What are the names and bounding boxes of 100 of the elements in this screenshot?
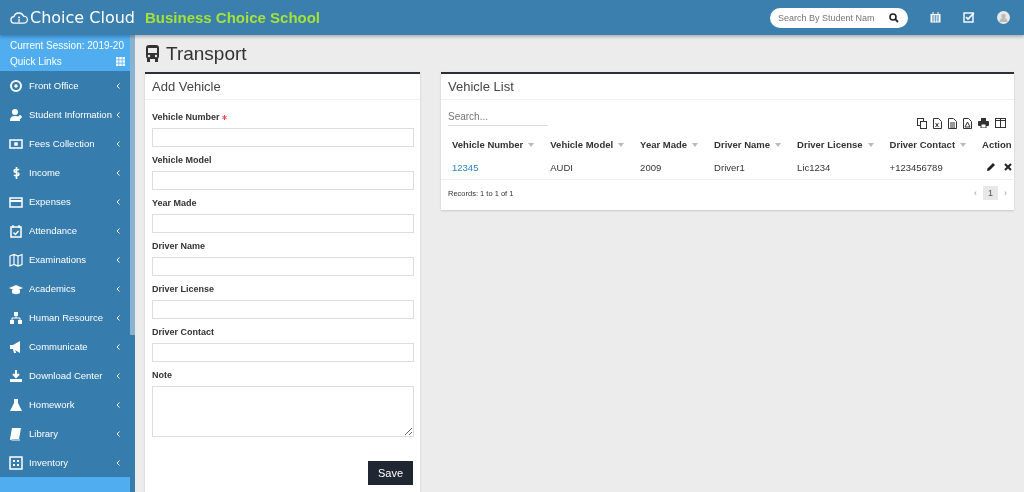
pencil-icon[interactable] bbox=[986, 163, 995, 171]
chevron-icon bbox=[116, 430, 120, 437]
sidebar-item[interactable]: Homework bbox=[0, 390, 130, 419]
table-cell: Driver1 bbox=[703, 156, 787, 180]
sitemap-icon bbox=[9, 310, 23, 325]
column-header[interactable]: Vehicle Number bbox=[452, 139, 524, 150]
chevron-icon bbox=[116, 111, 120, 118]
scrollbar[interactable] bbox=[130, 35, 135, 335]
sidebar-item[interactable]: Download Center bbox=[0, 361, 130, 390]
chevron-icon bbox=[116, 314, 120, 321]
sidebar-item[interactable]: Inventory bbox=[0, 448, 130, 477]
sort-caret-icon[interactable] bbox=[528, 143, 535, 148]
sort-caret-icon[interactable] bbox=[960, 143, 967, 148]
copy-icon[interactable] bbox=[917, 118, 927, 129]
sidebar-item[interactable]: Income bbox=[0, 158, 130, 187]
delete-icon[interactable] bbox=[1003, 163, 1012, 171]
school-name: Business Choice School bbox=[145, 9, 321, 26]
input-field[interactable] bbox=[152, 128, 414, 147]
field-label: Driver Contact bbox=[152, 327, 214, 337]
sidebar-item[interactable]: Library bbox=[0, 419, 130, 448]
chevron-icon bbox=[116, 372, 120, 379]
grid-icon[interactable] bbox=[116, 57, 125, 66]
sort-caret-icon[interactable] bbox=[618, 143, 625, 148]
chevron-icon bbox=[116, 140, 120, 147]
sidebar-item[interactable]: Front Office bbox=[0, 71, 130, 100]
card-icon bbox=[9, 194, 23, 209]
sidebar-item[interactable]: Human Resource bbox=[0, 303, 130, 332]
sort-caret-icon[interactable] bbox=[692, 143, 699, 148]
field-label: Vehicle Model bbox=[152, 155, 212, 165]
brand-name: Choice Cloud bbox=[30, 8, 135, 27]
sidebar-item[interactable]: Fees Collection bbox=[0, 129, 130, 158]
avatar-icon[interactable] bbox=[997, 11, 1010, 24]
grid-icon bbox=[9, 455, 23, 470]
chevron-icon bbox=[116, 285, 120, 292]
field-label: Driver License bbox=[152, 284, 215, 294]
sort-caret-icon[interactable] bbox=[867, 143, 874, 148]
current-session: Current Session: 2019-20 bbox=[10, 40, 125, 51]
input-field[interactable] bbox=[152, 257, 414, 276]
previous-page[interactable]: ‹ bbox=[974, 188, 977, 198]
chevron-icon bbox=[116, 169, 120, 176]
map-icon bbox=[9, 252, 23, 267]
input-field[interactable] bbox=[152, 214, 414, 233]
calendar-icon[interactable] bbox=[930, 12, 941, 23]
excel-file-icon[interactable] bbox=[933, 118, 942, 129]
save-button[interactable]: Save bbox=[367, 461, 413, 485]
sidebar-active-item[interactable] bbox=[0, 477, 130, 492]
chevron-icon bbox=[116, 82, 120, 89]
field-label: Vehicle Number bbox=[152, 112, 220, 122]
csv-file-icon[interactable] bbox=[948, 118, 957, 129]
input-field[interactable] bbox=[152, 343, 414, 362]
bus-icon bbox=[145, 45, 160, 62]
field-label: Driver Name bbox=[152, 241, 206, 251]
next-page[interactable]: › bbox=[1004, 188, 1007, 198]
chevron-icon bbox=[116, 256, 120, 263]
sidebar-item[interactable]: Examinations bbox=[0, 245, 130, 274]
sidebar-item[interactable]: Academics bbox=[0, 274, 130, 303]
table-cell: Lic1234 bbox=[786, 156, 879, 180]
download-icon bbox=[9, 368, 23, 383]
sort-caret-icon[interactable] bbox=[775, 143, 782, 148]
print-icon[interactable] bbox=[978, 118, 989, 128]
sidebar-item[interactable]: Student Information bbox=[0, 100, 130, 129]
input-field[interactable] bbox=[152, 171, 414, 190]
note-field[interactable] bbox=[152, 386, 414, 437]
column-header[interactable]: Driver Contact bbox=[889, 139, 956, 150]
user-icon bbox=[9, 107, 23, 122]
page-title: Transport bbox=[166, 42, 247, 65]
column-header[interactable]: Driver Name bbox=[714, 139, 771, 150]
flask-icon bbox=[9, 397, 23, 412]
field-label: Year Made bbox=[152, 198, 197, 208]
quick-links[interactable]: Quick Links bbox=[10, 56, 62, 67]
page-number[interactable]: 1 bbox=[983, 186, 998, 200]
chevron-icon bbox=[116, 343, 120, 350]
chevron-icon bbox=[116, 198, 120, 205]
card-title: Add Vehicle bbox=[145, 74, 420, 100]
column-header[interactable]: Vehicle Model bbox=[550, 139, 614, 150]
table-cell: AUDI bbox=[539, 156, 630, 180]
vehicle-number-link[interactable]: 12345 bbox=[441, 156, 540, 180]
column-header[interactable]: Driver License bbox=[797, 139, 863, 150]
chevron-icon bbox=[116, 459, 120, 466]
chevron-icon bbox=[116, 227, 120, 234]
checkbox-icon[interactable] bbox=[963, 12, 975, 23]
money-icon bbox=[9, 136, 23, 151]
student-search-field[interactable]: Search By Student Nam bbox=[770, 7, 908, 28]
input-field[interactable] bbox=[152, 300, 414, 319]
chevron-icon bbox=[116, 401, 120, 408]
sidebar-item[interactable]: Communicate bbox=[0, 332, 130, 361]
sidebar-item[interactable]: Expenses bbox=[0, 187, 130, 216]
pdf-file-icon[interactable] bbox=[963, 118, 972, 129]
column-header[interactable]: Year Made bbox=[640, 139, 688, 150]
field-label: Note bbox=[152, 370, 172, 380]
table-cell: +123456789 bbox=[878, 156, 972, 180]
book-icon bbox=[9, 426, 23, 441]
columns-icon[interactable] bbox=[995, 118, 1006, 128]
card-title: Vehicle List bbox=[441, 74, 1014, 100]
column-header: Action bbox=[982, 139, 1012, 150]
calendar-icon bbox=[9, 223, 23, 238]
table-cell: 2009 bbox=[629, 156, 704, 180]
megaphone-icon bbox=[9, 339, 23, 354]
search-icon[interactable] bbox=[889, 12, 899, 23]
sidebar-item[interactable]: Attendance bbox=[0, 216, 130, 245]
